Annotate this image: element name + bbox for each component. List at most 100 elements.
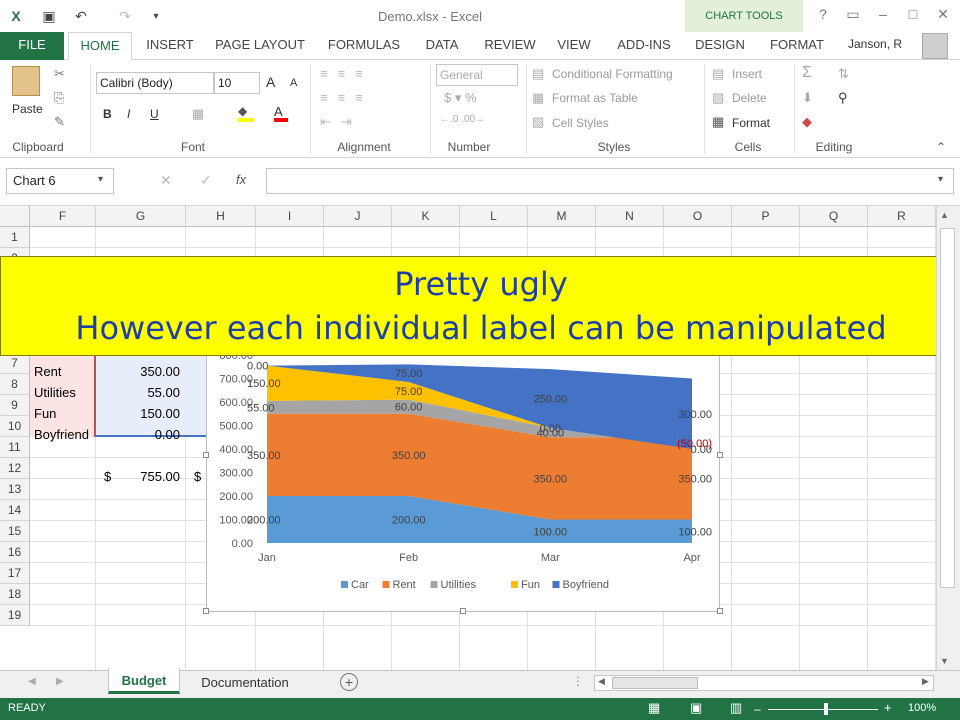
data-label-fun[interactable]: 75.00 bbox=[395, 386, 423, 398]
horizontal-scroll-thumb[interactable] bbox=[612, 677, 698, 689]
sheet-tab-documentation[interactable]: Documentation bbox=[186, 672, 304, 694]
name-box-dropdown-icon[interactable]: ▾ bbox=[98, 174, 103, 185]
user-name[interactable]: Janson, R bbox=[848, 37, 902, 51]
format-painter-icon[interactable]: ✎ bbox=[54, 114, 65, 130]
align-top-icons[interactable]: ≡≡≡ bbox=[320, 66, 373, 81]
redo-icon[interactable]: ↷ bbox=[114, 6, 136, 26]
cell-value-utilities[interactable]: 55.00 bbox=[96, 382, 184, 403]
cell-value-boyfriend[interactable]: 0.00 bbox=[96, 424, 184, 445]
tab-data[interactable]: DATA bbox=[418, 32, 466, 60]
delete-cells-button[interactable]: Delete bbox=[732, 91, 767, 105]
tab-split-handle-icon[interactable]: ⋮ bbox=[572, 674, 584, 688]
data-label-boyfriend[interactable]: 300.00 bbox=[678, 409, 712, 421]
cell-label-utilities[interactable]: Utilities bbox=[30, 382, 80, 403]
column-header-g[interactable]: G bbox=[96, 206, 186, 227]
tab-home[interactable]: HOME bbox=[68, 32, 132, 61]
data-label-utilities[interactable]: 55.00 bbox=[247, 402, 275, 414]
column-header-o[interactable]: O bbox=[664, 206, 732, 227]
data-label-fun[interactable]: 0.00 bbox=[691, 444, 712, 456]
row-header-7[interactable]: 7 bbox=[0, 353, 30, 374]
fill-icon[interactable]: ⬇ bbox=[802, 90, 813, 106]
formula-input[interactable] bbox=[266, 168, 954, 194]
normal-view-icon[interactable]: ▦ bbox=[648, 700, 660, 716]
font-color-icon[interactable]: A bbox=[274, 104, 288, 122]
column-header-i[interactable]: I bbox=[256, 206, 324, 227]
data-label-boyfriend[interactable]: 250.00 bbox=[534, 393, 568, 405]
sort-filter-icon[interactable]: ⇅ bbox=[838, 66, 849, 82]
legend-entry-utilities[interactable]: Utilities bbox=[441, 579, 477, 591]
data-label-rent[interactable]: 350.00 bbox=[392, 450, 426, 462]
scroll-right-icon[interactable]: ▶ bbox=[922, 676, 929, 687]
scroll-up-icon[interactable]: ▲ bbox=[940, 210, 949, 220]
cancel-icon[interactable]: ✕ bbox=[160, 172, 172, 189]
column-header-l[interactable]: L bbox=[460, 206, 528, 227]
data-label-fun[interactable]: 0.00 bbox=[540, 423, 561, 435]
autosum-icon[interactable]: Σ bbox=[802, 64, 812, 82]
save-icon[interactable]: ▣ bbox=[38, 6, 60, 26]
column-header-k[interactable]: K bbox=[392, 206, 460, 227]
legend-entry-car[interactable]: Car bbox=[351, 579, 369, 591]
expand-formula-icon[interactable]: ▾ bbox=[938, 174, 943, 185]
tab-design[interactable]: DESIGN bbox=[690, 32, 750, 60]
cell-value-fun[interactable]: 150.00 bbox=[96, 403, 184, 424]
row-header-16[interactable]: 16 bbox=[0, 542, 30, 563]
zoom-in-icon[interactable]: + bbox=[884, 700, 892, 715]
borders-icon[interactable]: ▦ bbox=[192, 106, 204, 122]
page-layout-view-icon[interactable]: ▣ bbox=[690, 700, 702, 716]
row-header-13[interactable]: 13 bbox=[0, 479, 30, 500]
paste-icon[interactable] bbox=[12, 66, 40, 96]
row-header-9[interactable]: 9 bbox=[0, 395, 30, 416]
page-break-view-icon[interactable]: ▥ bbox=[730, 700, 742, 716]
row-header-10[interactable]: 10 bbox=[0, 416, 30, 437]
customize-qat-icon[interactable]: ▾ bbox=[148, 6, 164, 26]
new-sheet-icon[interactable]: + bbox=[340, 673, 358, 691]
cell-styles-button[interactable]: Cell Styles bbox=[552, 116, 609, 130]
font-name-combo[interactable]: Calibri (Body) bbox=[96, 72, 214, 94]
chart-resize-handle-right[interactable] bbox=[717, 452, 723, 458]
row-header-1[interactable]: 1 bbox=[0, 227, 30, 248]
data-label-fun[interactable]: 150.00 bbox=[247, 378, 281, 390]
column-header-f[interactable]: F bbox=[30, 206, 96, 227]
row-header-15[interactable]: 15 bbox=[0, 521, 30, 542]
find-select-icon[interactable]: ⚲ bbox=[838, 90, 848, 106]
tab-add-ins[interactable]: ADD-INS bbox=[608, 32, 680, 60]
row-header-12[interactable]: 12 bbox=[0, 458, 30, 479]
number-format-combo[interactable]: General bbox=[436, 64, 518, 86]
help-icon[interactable]: ? bbox=[812, 6, 834, 26]
chart-resize-handle-bottom-left[interactable] bbox=[203, 608, 209, 614]
copy-icon[interactable]: ⎘ bbox=[54, 90, 64, 106]
undo-icon[interactable]: ↶ bbox=[70, 6, 92, 26]
tab-format[interactable]: FORMAT bbox=[762, 32, 832, 60]
maximize-icon[interactable]: □ bbox=[902, 6, 924, 26]
chart-resize-handle-bottom[interactable] bbox=[460, 608, 466, 614]
close-icon[interactable]: ✕ bbox=[932, 6, 954, 26]
data-label-rent[interactable]: 350.00 bbox=[678, 473, 712, 485]
insert-cells-button[interactable]: Insert bbox=[732, 67, 762, 81]
data-label-boyfriend[interactable]: 75.00 bbox=[395, 368, 423, 380]
ribbon-display-icon[interactable]: ▭ bbox=[842, 6, 864, 26]
vertical-scroll-thumb[interactable] bbox=[940, 228, 955, 588]
row-header-19[interactable]: 19 bbox=[0, 605, 30, 626]
tab-insert[interactable]: INSERT bbox=[140, 32, 200, 60]
stacked-area-chart[interactable]: 0.00100.00200.00300.00400.00500.00600.00… bbox=[207, 341, 721, 613]
insert-function-button[interactable]: fx bbox=[236, 172, 246, 187]
column-header-m[interactable]: M bbox=[528, 206, 596, 227]
clear-icon[interactable]: ◆ bbox=[802, 114, 812, 130]
row-header-11[interactable]: 11 bbox=[0, 437, 30, 458]
data-label-rent[interactable]: 350.00 bbox=[247, 450, 281, 462]
data-label-car[interactable]: 100.00 bbox=[678, 526, 712, 538]
minimize-icon[interactable]: – bbox=[872, 6, 894, 26]
scroll-down-icon[interactable]: ▼ bbox=[940, 656, 949, 666]
tab-formulas[interactable]: FORMULAS bbox=[320, 32, 408, 60]
scroll-left-icon[interactable]: ◀ bbox=[598, 676, 605, 687]
chart-resize-handle-left[interactable] bbox=[203, 452, 209, 458]
italic-icon[interactable]: I bbox=[127, 107, 130, 121]
legend-entry-fun[interactable]: Fun bbox=[521, 579, 540, 591]
column-header-h[interactable]: H bbox=[186, 206, 256, 227]
fill-color-icon[interactable]: ◆ bbox=[238, 104, 254, 122]
cell-label-boyfriend[interactable]: Boyfriend bbox=[30, 424, 93, 445]
cell-label-rent[interactable]: Rent bbox=[30, 361, 65, 382]
underline-icon[interactable]: U bbox=[150, 107, 159, 121]
shrink-font-icon[interactable]: A bbox=[290, 77, 297, 89]
column-header-r[interactable]: R bbox=[868, 206, 936, 227]
